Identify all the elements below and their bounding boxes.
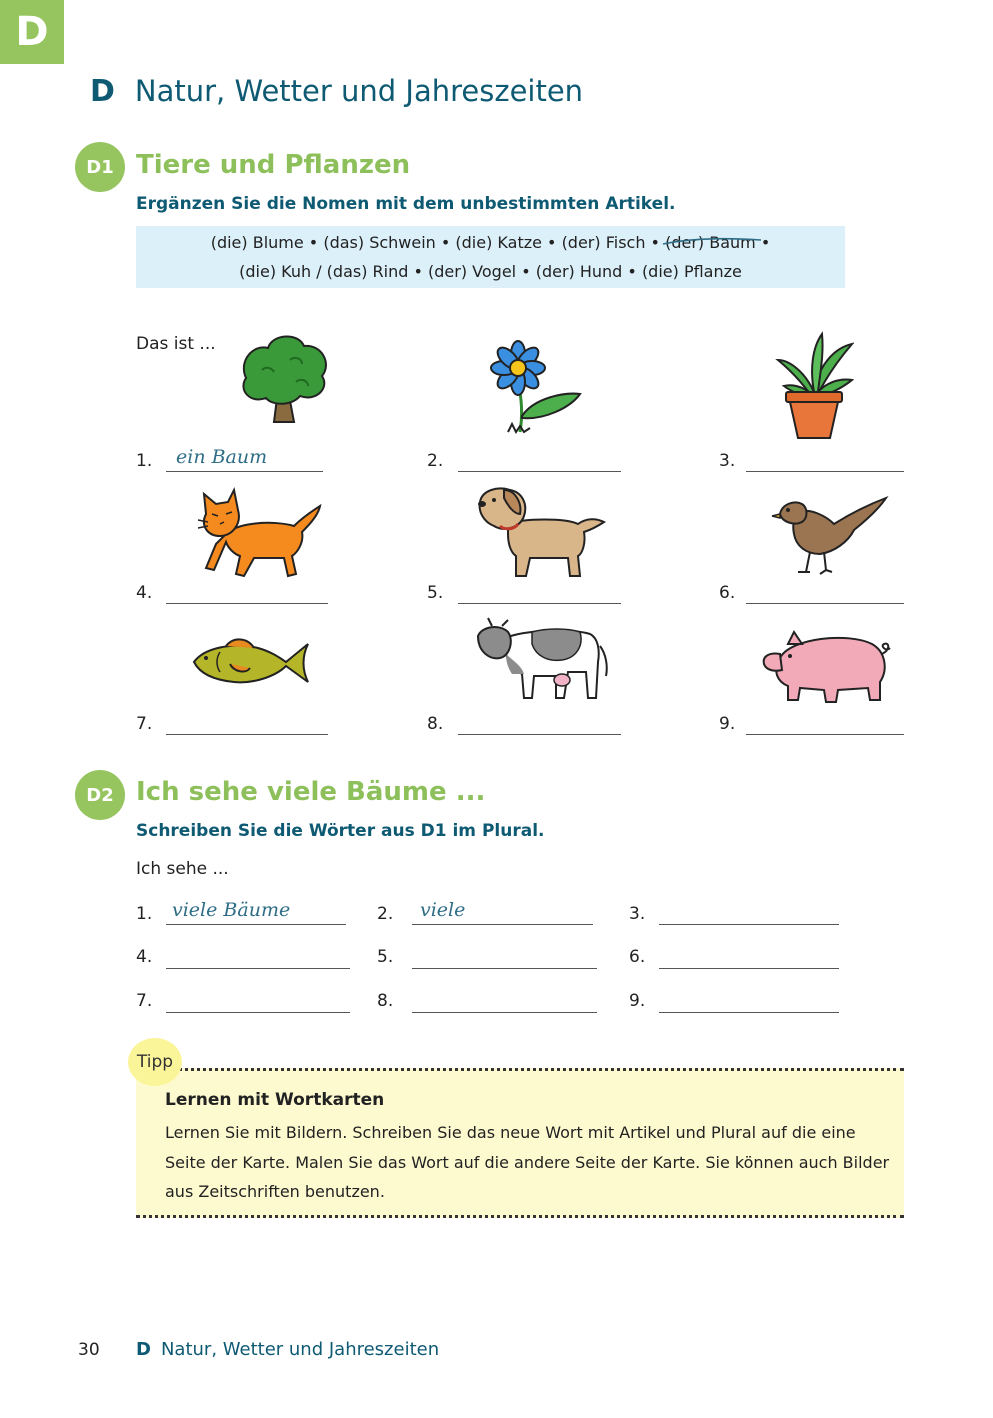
cow-picture <box>476 617 608 699</box>
d2-item-number-6: 6. <box>629 947 646 967</box>
d2-item-number-7: 7. <box>136 991 153 1011</box>
d1-item-number-1: 1. <box>136 451 153 471</box>
d2-answer-line-5[interactable] <box>412 945 597 969</box>
cat-picture <box>197 486 322 578</box>
tipp-title: Lernen mit Wortkarten <box>165 1090 385 1110</box>
d1-item-number-9: 9. <box>719 714 736 734</box>
word-box-line-1: (die) Blume • (das) Schwein • (die) Katz… <box>211 228 771 257</box>
section-badge-d2: D2 <box>75 770 125 820</box>
word-box-words-a: (die) Blume • (das) Schwein • (die) Katz… <box>210 233 660 252</box>
d2-item-number-5: 5. <box>377 947 394 967</box>
word-box-line-2: (die) Kuh / (das) Rind • (der) Vogel • (… <box>239 262 742 281</box>
d1-item-number-2: 2. <box>427 451 444 471</box>
lead-text-d2: Ich sehe ... <box>136 859 229 879</box>
strikethrough-mark <box>662 237 762 245</box>
d2-item-number-9: 9. <box>629 991 646 1011</box>
section-title-d2: Ich sehe viele Bäume ... <box>136 777 486 807</box>
d2-answer-line-7[interactable] <box>166 989 350 1013</box>
page-title-letter: D <box>90 74 115 109</box>
tipp-text: Lernen Sie mit Bildern. Schreiben Sie da… <box>165 1123 890 1201</box>
d1-answer-line-3[interactable] <box>746 448 904 472</box>
d2-answer-line-4[interactable] <box>166 945 350 969</box>
d2-answer-line-3[interactable] <box>659 901 839 925</box>
bird-picture <box>771 495 889 575</box>
d1-answer-line-2[interactable] <box>458 448 621 472</box>
fish-picture <box>192 638 309 684</box>
d1-answer-1: ein Baum <box>176 446 268 468</box>
d2-answer-1: viele Bäume <box>172 899 291 921</box>
instruction-d1: Ergänzen Sie die Nomen mit dem unbestimm… <box>136 194 676 214</box>
potted-plant-picture <box>775 331 854 439</box>
d2-answer-2: viele <box>420 899 466 921</box>
lead-text-d1: Das ist ... <box>136 334 216 354</box>
tipp-badge: Tipp <box>128 1038 182 1086</box>
instruction-d2: Schreiben Sie die Wörter aus D1 im Plura… <box>136 821 545 841</box>
d2-item-number-8: 8. <box>377 991 394 1011</box>
d1-answer-line-8[interactable] <box>458 711 621 735</box>
d2-answer-line-8[interactable] <box>412 989 597 1013</box>
d1-item-number-4: 4. <box>136 583 153 603</box>
d2-answer-line-6[interactable] <box>659 945 839 969</box>
page-title: D Natur, Wetter und Jahreszeiten <box>90 74 583 109</box>
footer-title: D Natur, Wetter und Jahreszeiten <box>136 1339 439 1360</box>
pig-picture <box>762 630 891 703</box>
d2-item-number-4: 4. <box>136 947 153 967</box>
d2-item-number-1: 1. <box>136 904 153 924</box>
page-title-text: Natur, Wetter und Jahreszeiten <box>134 74 584 108</box>
section-title-d1: Tiere und Pflanzen <box>136 150 411 180</box>
d1-answer-line-4[interactable] <box>166 580 328 604</box>
d2-item-number-2: 2. <box>377 904 394 924</box>
d1-answer-line-7[interactable] <box>166 711 328 735</box>
d1-item-number-3: 3. <box>719 451 736 471</box>
footer-text: Natur, Wetter und Jahreszeiten <box>160 1339 440 1360</box>
flower-picture <box>490 340 582 434</box>
struck-word: (der) Baum <box>662 228 762 257</box>
tree-picture <box>242 335 327 423</box>
footer-letter: D <box>136 1339 151 1360</box>
d1-item-number-7: 7. <box>136 714 153 734</box>
chapter-tab: D <box>0 0 64 64</box>
word-box: (die) Blume • (das) Schwein • (die) Katz… <box>136 226 845 288</box>
dog-picture <box>478 487 606 577</box>
d1-item-number-8: 8. <box>427 714 444 734</box>
d1-item-number-5: 5. <box>427 583 444 603</box>
d1-answer-line-5[interactable] <box>458 580 621 604</box>
d2-answer-line-9[interactable] <box>659 989 839 1013</box>
page-number: 30 <box>78 1340 100 1360</box>
d1-answer-line-6[interactable] <box>746 580 904 604</box>
section-badge-d1: D1 <box>75 142 125 192</box>
d1-answer-line-9[interactable] <box>746 711 904 735</box>
d2-item-number-3: 3. <box>629 904 646 924</box>
d1-item-number-6: 6. <box>719 583 736 603</box>
